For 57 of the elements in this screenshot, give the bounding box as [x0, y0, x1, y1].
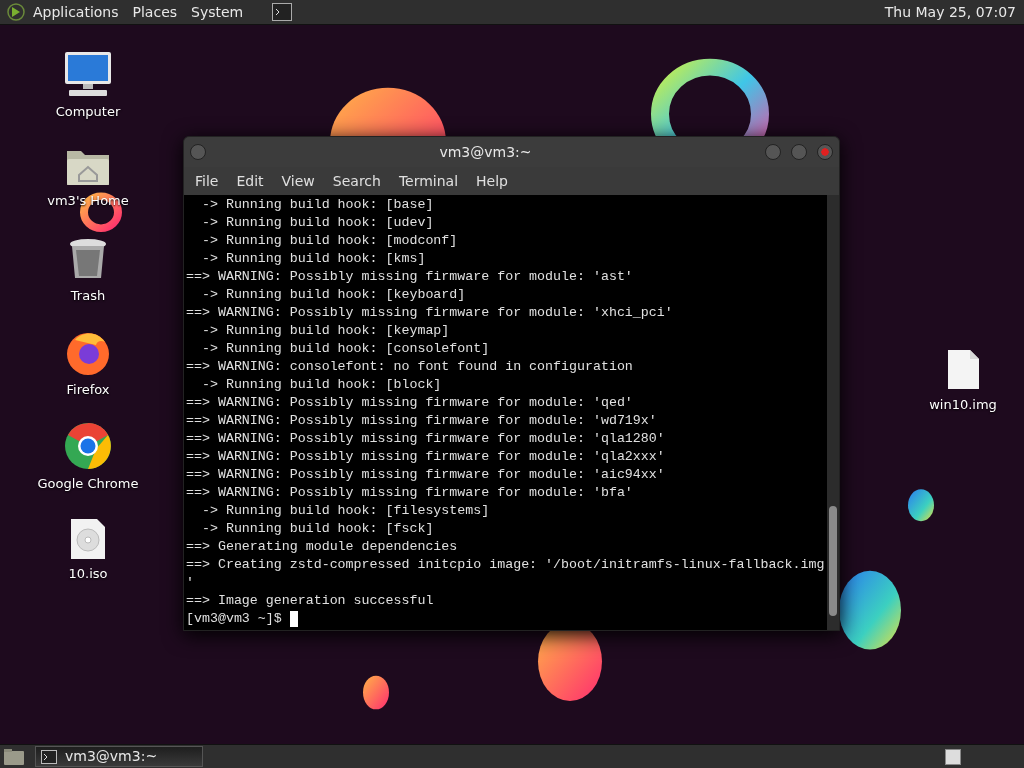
output-line: -> Running build hook: [block]: [200, 376, 443, 394]
output-line: ==> WARNING: consolefont: no font found in configuration: [186, 358, 634, 376]
desktop-icon-label[interactable]: Trash: [70, 285, 106, 306]
taskbar-window-button[interactable]: vm3@vm3:~: [35, 746, 203, 767]
output-line: -> Running build hook: [kms]: [200, 250, 427, 268]
output-line: ==> WARNING: Possibly missing firmware for module: 'ast': [186, 268, 634, 286]
desktop-icon-label[interactable]: 10.iso: [68, 563, 108, 584]
terminal-icon: [41, 749, 57, 764]
window-title: vm3@vm3:~: [438, 142, 533, 162]
panel-menu[interactable]: System: [184, 1, 251, 23]
output-line: -> Running build hook: [udev]: [200, 214, 435, 232]
output-line: ==> Generating module dependencies: [186, 538, 459, 556]
output-line: ==> WARNING: Possibly missing firmware for module: 'aic94xx': [186, 466, 666, 484]
panel-menu[interactable]: Places: [125, 1, 185, 23]
text-cursor: [289, 611, 298, 627]
window-menu-button[interactable]: [190, 144, 206, 160]
workspace-switcher-icon[interactable]: [945, 748, 961, 765]
output-line: -> Running build hook: [fsck]: [200, 520, 435, 538]
menu-item[interactable]: Edit: [227, 170, 273, 192]
output-line: ==> WARNING: Possibly missing firmware for module: 'qla1280': [186, 430, 666, 448]
chrome-icon: [64, 421, 112, 470]
output-line: -> Running build hook: [filesystems]: [200, 502, 491, 520]
desktop-icon-label[interactable]: Google Chrome: [37, 473, 139, 494]
menu-item[interactable]: Help: [467, 170, 517, 192]
output-line: -> Running build hook: [keyboard]: [200, 286, 467, 304]
output-line: ==> Creating zstd-compressed initcpio image: '/boot/initramfs-linux-fallback.img: [186, 556, 826, 574]
panel-menu[interactable]: Applications: [26, 1, 126, 23]
menu-item[interactable]: File: [186, 170, 228, 192]
minimize-button[interactable]: [765, 144, 781, 160]
desktop-icon-label[interactable]: win10.img: [929, 394, 997, 415]
desktop-icon-label[interactable]: Firefox: [66, 379, 110, 400]
desktop-icon-label[interactable]: Computer: [55, 101, 121, 122]
output-line: ==> WARNING: Possibly missing firmware for module: 'bfa': [186, 484, 634, 502]
menu-item[interactable]: Search: [323, 170, 390, 192]
output-line: ==> WARNING: Possibly missing firmware for module: 'qed': [186, 394, 634, 412]
output-line: ==> WARNING: Possibly missing firmware for module: 'xhci_pci': [186, 304, 674, 322]
terminal-launcher-icon[interactable]: [272, 3, 293, 21]
scrollbar[interactable]: [827, 195, 839, 630]
disc-file-icon: [70, 517, 106, 560]
monitor-icon: [63, 49, 113, 98]
maximize-button[interactable]: [791, 144, 807, 160]
close-button[interactable]: [817, 144, 833, 160]
menu-item[interactable]: View: [272, 170, 324, 192]
output-line: -> Running build hook: [consolefont]: [200, 340, 491, 358]
output-line: -> Running build hook: [modconf]: [200, 232, 459, 250]
file-icon: [946, 348, 980, 391]
clock[interactable]: Thu May 25, 07:07: [884, 1, 1018, 23]
show-desktop-icon[interactable]: [3, 747, 25, 766]
output-line: -> Running build hook: [keymap]: [200, 322, 451, 340]
menu-item[interactable]: Terminal: [389, 170, 468, 192]
logo-icon[interactable]: [6, 2, 26, 22]
output-line: ==> WARNING: Possibly missing firmware for module: 'qla2xxx': [186, 448, 666, 466]
output-line: -> Running build hook: [base]: [200, 196, 435, 214]
output-line: ==> WARNING: Possibly missing firmware for module: 'wd719x': [186, 412, 658, 430]
output-line: ': [186, 574, 195, 592]
shell-prompt: [vm3@vm3 ~]$: [186, 610, 282, 628]
output-line: ==> Image generation successful: [186, 592, 435, 610]
